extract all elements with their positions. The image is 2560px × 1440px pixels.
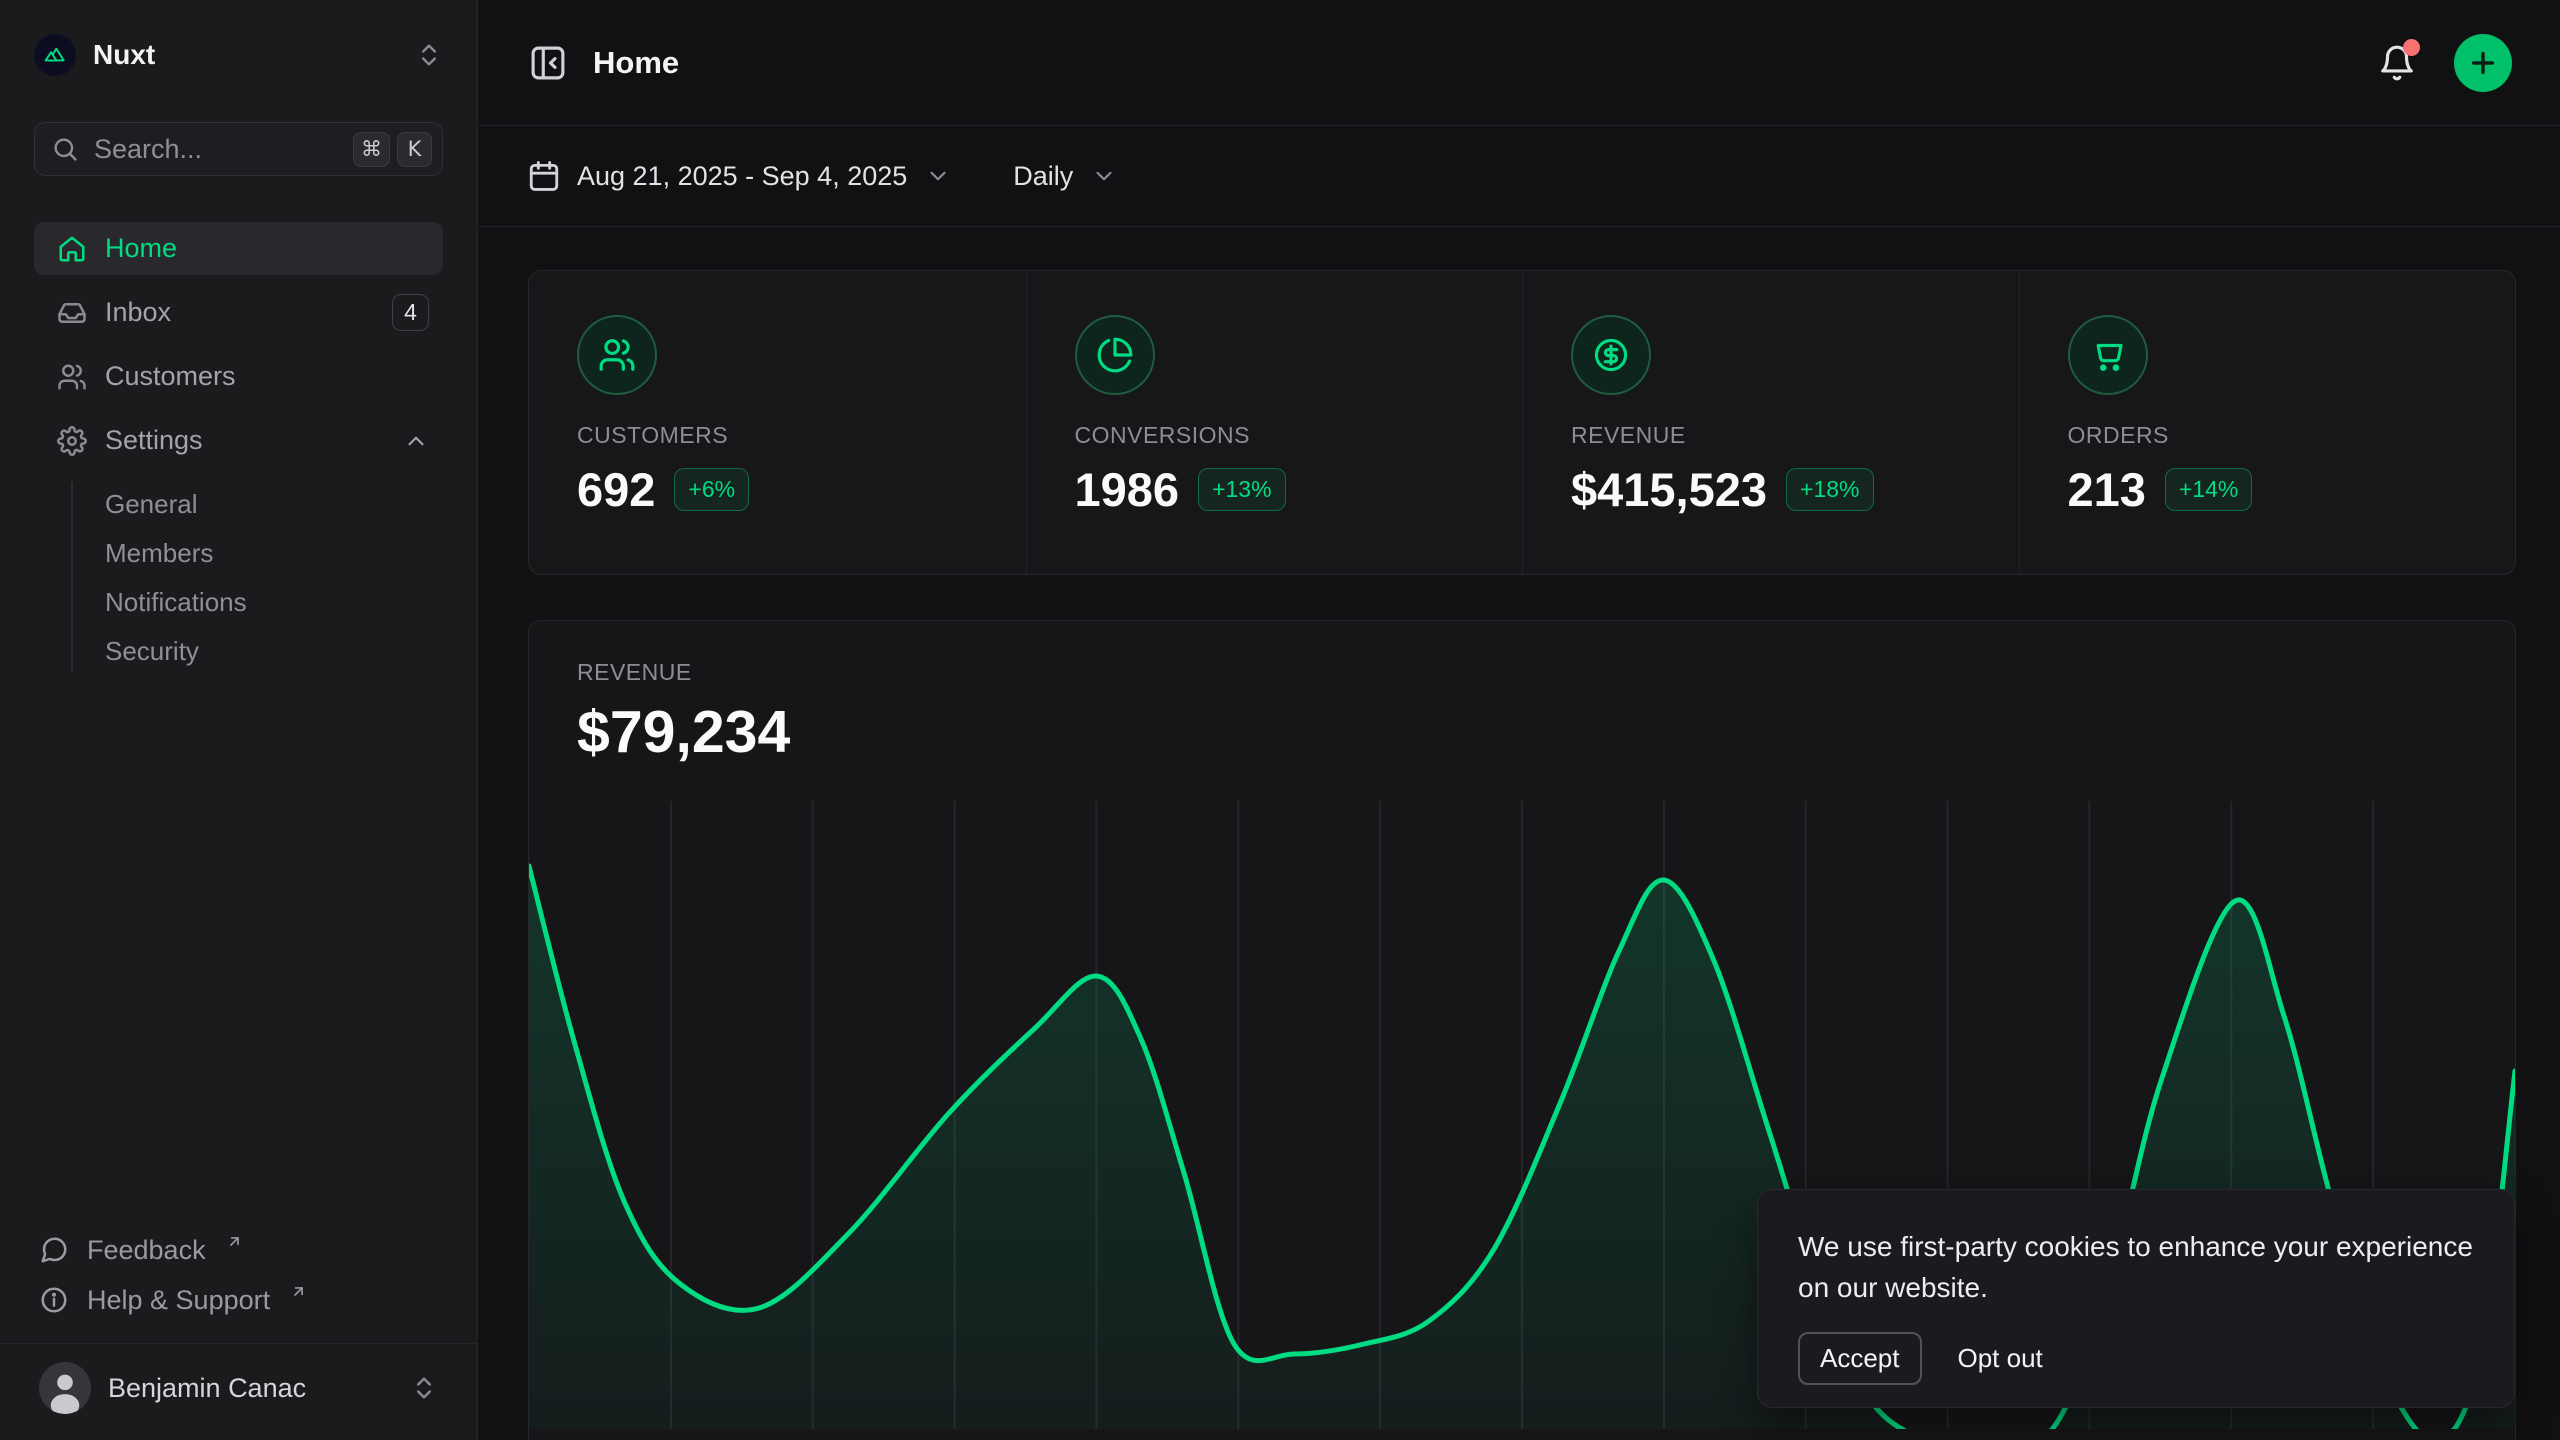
stat-delta-badge: +18% [1786, 468, 1873, 511]
sidebar-item-general[interactable]: General [34, 480, 443, 529]
chevron-up-icon [403, 428, 429, 454]
add-button[interactable] [2454, 34, 2512, 92]
settings-subnav: General Members Notifications Security [34, 478, 443, 682]
workspace-name: Nuxt [93, 39, 155, 71]
inbox-count-badge: 4 [392, 294, 429, 331]
revenue-chart-label: REVENUE [577, 659, 2467, 686]
date-range-picker[interactable]: Aug 21, 2025 - Sep 4, 2025 [527, 159, 951, 193]
sidebar-item-customers[interactable]: Customers [34, 350, 443, 403]
user-menu[interactable]: Benjamin Canac [34, 1344, 443, 1436]
stat-conversions[interactable]: CONVERSIONS 1986 +13% [1026, 271, 1523, 574]
search-input[interactable]: Search... ⌘ K [34, 122, 443, 176]
stat-label: CUSTOMERS [577, 422, 1006, 449]
stat-value: 1986 [1075, 462, 1180, 517]
sidebar-item-members[interactable]: Members [34, 529, 443, 578]
stat-delta-badge: +13% [1198, 468, 1285, 511]
feedback-label: Feedback [87, 1235, 206, 1266]
sidebar-item-label: Customers [105, 361, 236, 392]
subnav-rail [71, 482, 73, 672]
granularity-select[interactable]: Daily [1013, 161, 1117, 192]
cart-icon [2068, 315, 2148, 395]
stat-label: ORDERS [2068, 422, 2496, 449]
chevrons-up-down-icon[interactable] [415, 41, 443, 69]
filter-toolbar: Aug 21, 2025 - Sep 4, 2025 Daily [479, 126, 2560, 227]
info-icon [39, 1285, 69, 1315]
search-placeholder: Search... [94, 134, 202, 165]
gear-icon [57, 426, 87, 456]
chevron-down-icon [925, 163, 951, 189]
avatar [39, 1362, 91, 1414]
stat-label: REVENUE [1571, 422, 1999, 449]
stats-card: CUSTOMERS 692 +6% CONVERSIONS 1986 +13% … [528, 270, 2516, 575]
sidebar-item-settings[interactable]: Settings [34, 414, 443, 467]
date-range-value: Aug 21, 2025 - Sep 4, 2025 [577, 161, 907, 192]
sidebar-item-security[interactable]: Security [34, 627, 443, 676]
message-circle-icon [39, 1235, 69, 1265]
sidebar-item-label: Inbox [105, 297, 171, 328]
stat-customers[interactable]: CUSTOMERS 692 +6% [529, 271, 1026, 574]
stat-delta-badge: +6% [674, 468, 749, 511]
stat-value: 692 [577, 462, 655, 517]
notification-dot [2403, 39, 2420, 56]
workspace-switcher[interactable]: Nuxt [34, 26, 443, 84]
revenue-chart-value: $79,234 [577, 698, 2467, 766]
stat-orders[interactable]: ORDERS 213 +14% [2019, 271, 2516, 574]
sidebar-footer: Feedback Help & Support Benjamin Canac [34, 1225, 443, 1440]
nuxt-logo-icon [34, 34, 76, 76]
sidebar-nav: Home Inbox 4 Customers Settings [34, 222, 443, 686]
page-title: Home [593, 45, 679, 81]
sidebar-item-label: Home [105, 233, 177, 264]
granularity-value: Daily [1013, 161, 1073, 192]
dollar-circle-icon [1571, 315, 1651, 395]
stat-label: CONVERSIONS [1075, 422, 1503, 449]
kbd-cmd: ⌘ [353, 132, 390, 167]
user-name: Benjamin Canac [108, 1373, 306, 1404]
feedback-link[interactable]: Feedback [34, 1225, 443, 1275]
plus-icon [2467, 47, 2499, 79]
page-header: Home [479, 0, 2560, 126]
calendar-icon [527, 159, 561, 193]
notifications-button[interactable] [2378, 44, 2416, 82]
pie-chart-icon [1075, 315, 1155, 395]
kbd-k: K [397, 132, 432, 167]
sidebar-item-label: Settings [105, 425, 203, 456]
chevron-down-icon [1091, 163, 1117, 189]
sidebar-item-home[interactable]: Home [34, 222, 443, 275]
arrow-up-right-icon [226, 1233, 243, 1250]
users-icon [577, 315, 657, 395]
inbox-icon [57, 298, 87, 328]
help-support-link[interactable]: Help & Support [34, 1275, 443, 1325]
users-icon [57, 362, 87, 392]
accept-button[interactable]: Accept [1798, 1332, 1922, 1385]
help-support-label: Help & Support [87, 1285, 270, 1316]
search-shortcut: ⌘ K [353, 132, 432, 167]
arrow-up-right-icon [290, 1283, 307, 1300]
cookie-message: We use first-party cookies to enhance yo… [1798, 1226, 2474, 1308]
opt-out-button[interactable]: Opt out [1958, 1343, 2043, 1374]
panel-collapse-icon[interactable] [527, 42, 569, 84]
search-icon [51, 135, 79, 163]
sidebar-item-notifications[interactable]: Notifications [34, 578, 443, 627]
stat-value: $415,523 [1571, 462, 1767, 517]
cookie-banner: We use first-party cookies to enhance yo… [1757, 1189, 2515, 1408]
stat-revenue[interactable]: REVENUE $415,523 +18% [1522, 271, 2019, 574]
stat-delta-badge: +14% [2165, 468, 2252, 511]
chevrons-up-down-icon [410, 1374, 438, 1402]
home-icon [57, 234, 87, 264]
sidebar: Nuxt Search... ⌘ K Home Inbox 4 [0, 0, 478, 1440]
stat-value: 213 [2068, 462, 2146, 517]
sidebar-item-inbox[interactable]: Inbox 4 [34, 286, 443, 339]
